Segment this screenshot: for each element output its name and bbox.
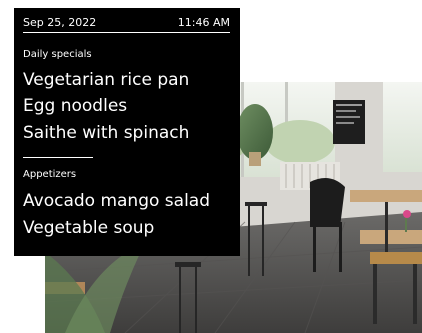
menu-time: 11:46 AM <box>177 16 230 29</box>
dish-item: Saithe with spinach <box>23 123 190 143</box>
section-title-appetizers: Appetizers <box>23 169 77 180</box>
dish-item: Avocado mango salad <box>23 191 211 211</box>
dish-item: Egg noodles <box>23 96 128 116</box>
section-divider <box>23 157 93 158</box>
menu-header: Sep 25, 2022 11:46 AM <box>23 14 230 32</box>
screen: Sep 25, 2022 11:46 AM Daily specials Veg… <box>0 0 422 333</box>
menu-panel: Sep 25, 2022 11:46 AM Daily specials Veg… <box>14 8 240 256</box>
section-title-daily-specials: Daily specials <box>23 49 92 60</box>
dish-item: Vegetarian rice pan <box>23 70 190 90</box>
dish-item: Vegetable soup <box>23 218 155 238</box>
menu-date: Sep 25, 2022 <box>23 16 97 29</box>
header-divider <box>23 32 230 33</box>
